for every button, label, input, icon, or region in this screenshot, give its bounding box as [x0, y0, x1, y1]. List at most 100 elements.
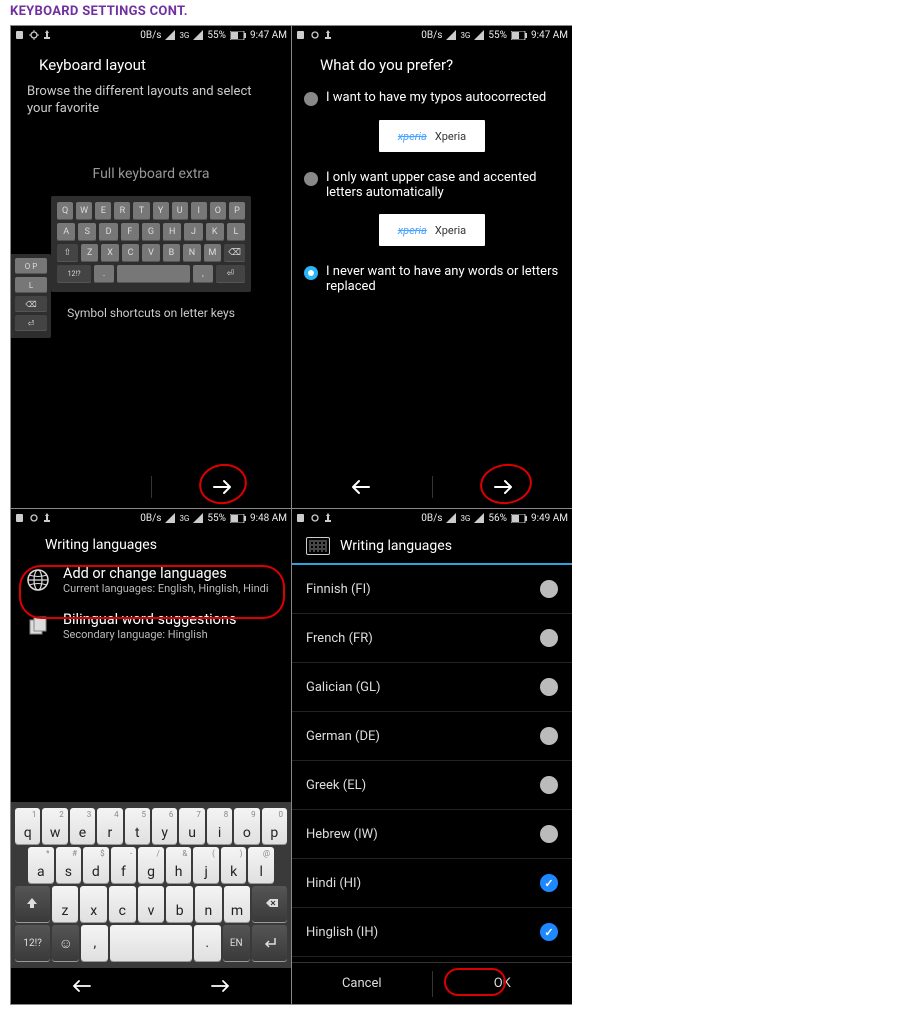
key[interactable]: r4	[97, 808, 122, 844]
checkbox-icon[interactable]	[540, 580, 558, 598]
keyboard-preview[interactable]: QWERTYUIOP ASDFGHJKL ⇧ZXCVBNM⌫ 12!? . , …	[51, 196, 251, 292]
key[interactable]: A	[57, 223, 75, 241]
key[interactable]: q1	[15, 808, 40, 844]
key[interactable]: u7	[179, 808, 204, 844]
onscreen-keyboard[interactable]: q1w2e3r4t5y6u7i8o9p0 a*s#d$f-g/h&j(k)l@ …	[11, 802, 291, 968]
language-row[interactable]: German (DE)	[292, 712, 572, 761]
key[interactable]: B	[163, 244, 180, 262]
key[interactable]: n	[195, 886, 222, 922]
option-uppercase[interactable]: I only want upper case and accented lett…	[292, 164, 572, 206]
checkbox-icon[interactable]	[540, 678, 558, 696]
radio-icon-selected[interactable]	[304, 266, 318, 280]
key[interactable]: I	[191, 202, 207, 220]
key[interactable]: C	[122, 244, 139, 262]
back-arrow-icon[interactable]	[70, 978, 92, 994]
key[interactable]: i8	[207, 808, 232, 844]
next-arrow-icon[interactable]	[212, 478, 234, 496]
key-dot[interactable]: .	[94, 265, 114, 283]
key[interactable]: o9	[234, 808, 259, 844]
key[interactable]: t5	[125, 808, 150, 844]
bilingual-suggestions[interactable]: Bilingual word suggestions Secondary lan…	[11, 603, 291, 649]
key[interactable]: J	[184, 223, 202, 241]
key[interactable]: E	[95, 202, 111, 220]
key[interactable]: S	[78, 223, 96, 241]
key[interactable]: X	[101, 244, 118, 262]
ok-button[interactable]: OK	[433, 963, 573, 1004]
checkbox-checked-icon[interactable]	[540, 923, 558, 941]
key[interactable]: f-	[111, 847, 137, 883]
language-row[interactable]: French (FR)	[292, 614, 572, 663]
key[interactable]: H	[163, 223, 181, 241]
key[interactable]: g/	[138, 847, 164, 883]
key-emoji[interactable]: ☺	[52, 925, 79, 961]
key[interactable]: T	[133, 202, 149, 220]
language-list[interactable]: Finnish (FI)French (FR)Galician (GL)Germ…	[292, 565, 572, 962]
key[interactable]: D	[99, 223, 117, 241]
key[interactable]: l@	[248, 847, 274, 883]
key[interactable]: Q	[57, 202, 73, 220]
key[interactable]: d$	[83, 847, 109, 883]
language-row[interactable]: Hinglish (IH)	[292, 908, 572, 957]
add-change-languages[interactable]: Add or change languages Current language…	[11, 557, 291, 603]
key[interactable]: V	[142, 244, 159, 262]
checkbox-icon[interactable]	[540, 776, 558, 794]
key-enter[interactable]: ⏎	[216, 265, 245, 283]
language-row[interactable]: Greek (EL)	[292, 761, 572, 810]
key-enter[interactable]	[252, 925, 287, 961]
key[interactable]: P	[229, 202, 245, 220]
key[interactable]: R	[114, 202, 130, 220]
key-space[interactable]	[117, 265, 190, 283]
key[interactable]: z	[52, 886, 79, 922]
key[interactable]: Z	[81, 244, 98, 262]
language-row[interactable]: Hindi (HI)	[292, 859, 572, 908]
language-row[interactable]: Finnish (FI)	[292, 565, 572, 614]
checkbox-icon[interactable]	[540, 825, 558, 843]
language-row[interactable]: Hebrew (IW)	[292, 810, 572, 859]
checkbox-icon[interactable]	[540, 727, 558, 745]
key[interactable]: w2	[42, 808, 67, 844]
key[interactable]: G	[142, 223, 160, 241]
key-symbols[interactable]: 12!?	[57, 265, 91, 283]
key[interactable]: a*	[28, 847, 54, 883]
key[interactable]: Y	[153, 202, 169, 220]
radio-icon[interactable]	[304, 92, 318, 106]
key[interactable]: k)	[221, 847, 247, 883]
key-symbols[interactable]: 12!?	[15, 925, 50, 961]
key[interactable]: F	[121, 223, 139, 241]
key-comma[interactable]: ,	[193, 265, 213, 283]
key[interactable]: M	[204, 244, 221, 262]
key[interactable]: U	[172, 202, 188, 220]
key[interactable]: W	[76, 202, 92, 220]
key[interactable]: h&	[166, 847, 192, 883]
next-arrow-icon[interactable]	[493, 478, 515, 496]
key[interactable]: x	[80, 886, 107, 922]
key-space[interactable]	[110, 925, 191, 961]
key[interactable]: p0	[262, 808, 287, 844]
key-lang[interactable]: EN	[223, 925, 250, 961]
key-comma[interactable]: ,	[81, 925, 108, 961]
option-noreplace[interactable]: I never want to have any words or letter…	[292, 258, 572, 300]
option-autocorrect[interactable]: I want to have my typos autocorrected	[292, 84, 572, 112]
key[interactable]: e3	[70, 808, 95, 844]
key[interactable]: K	[206, 223, 224, 241]
checkbox-checked-icon[interactable]	[540, 874, 558, 892]
key-shift[interactable]: ⇧	[57, 244, 78, 262]
key[interactable]: j(	[193, 847, 219, 883]
checkbox-icon[interactable]	[540, 629, 558, 647]
key[interactable]: v	[138, 886, 165, 922]
key-shift[interactable]	[15, 886, 50, 922]
key[interactable]: L	[227, 223, 245, 241]
key[interactable]: m	[224, 886, 251, 922]
radio-icon[interactable]	[304, 172, 318, 186]
key-backspace[interactable]	[252, 886, 287, 922]
key[interactable]: O	[210, 202, 226, 220]
back-arrow-icon[interactable]	[349, 478, 371, 496]
forward-arrow-icon[interactable]	[210, 978, 232, 994]
cancel-button[interactable]: Cancel	[292, 963, 432, 1004]
key-dot[interactable]: .	[194, 925, 221, 961]
key[interactable]: s#	[56, 847, 82, 883]
key-backspace[interactable]: ⌫	[224, 244, 245, 262]
key[interactable]: c	[109, 886, 136, 922]
key[interactable]: b	[166, 886, 193, 922]
key[interactable]: N	[183, 244, 200, 262]
